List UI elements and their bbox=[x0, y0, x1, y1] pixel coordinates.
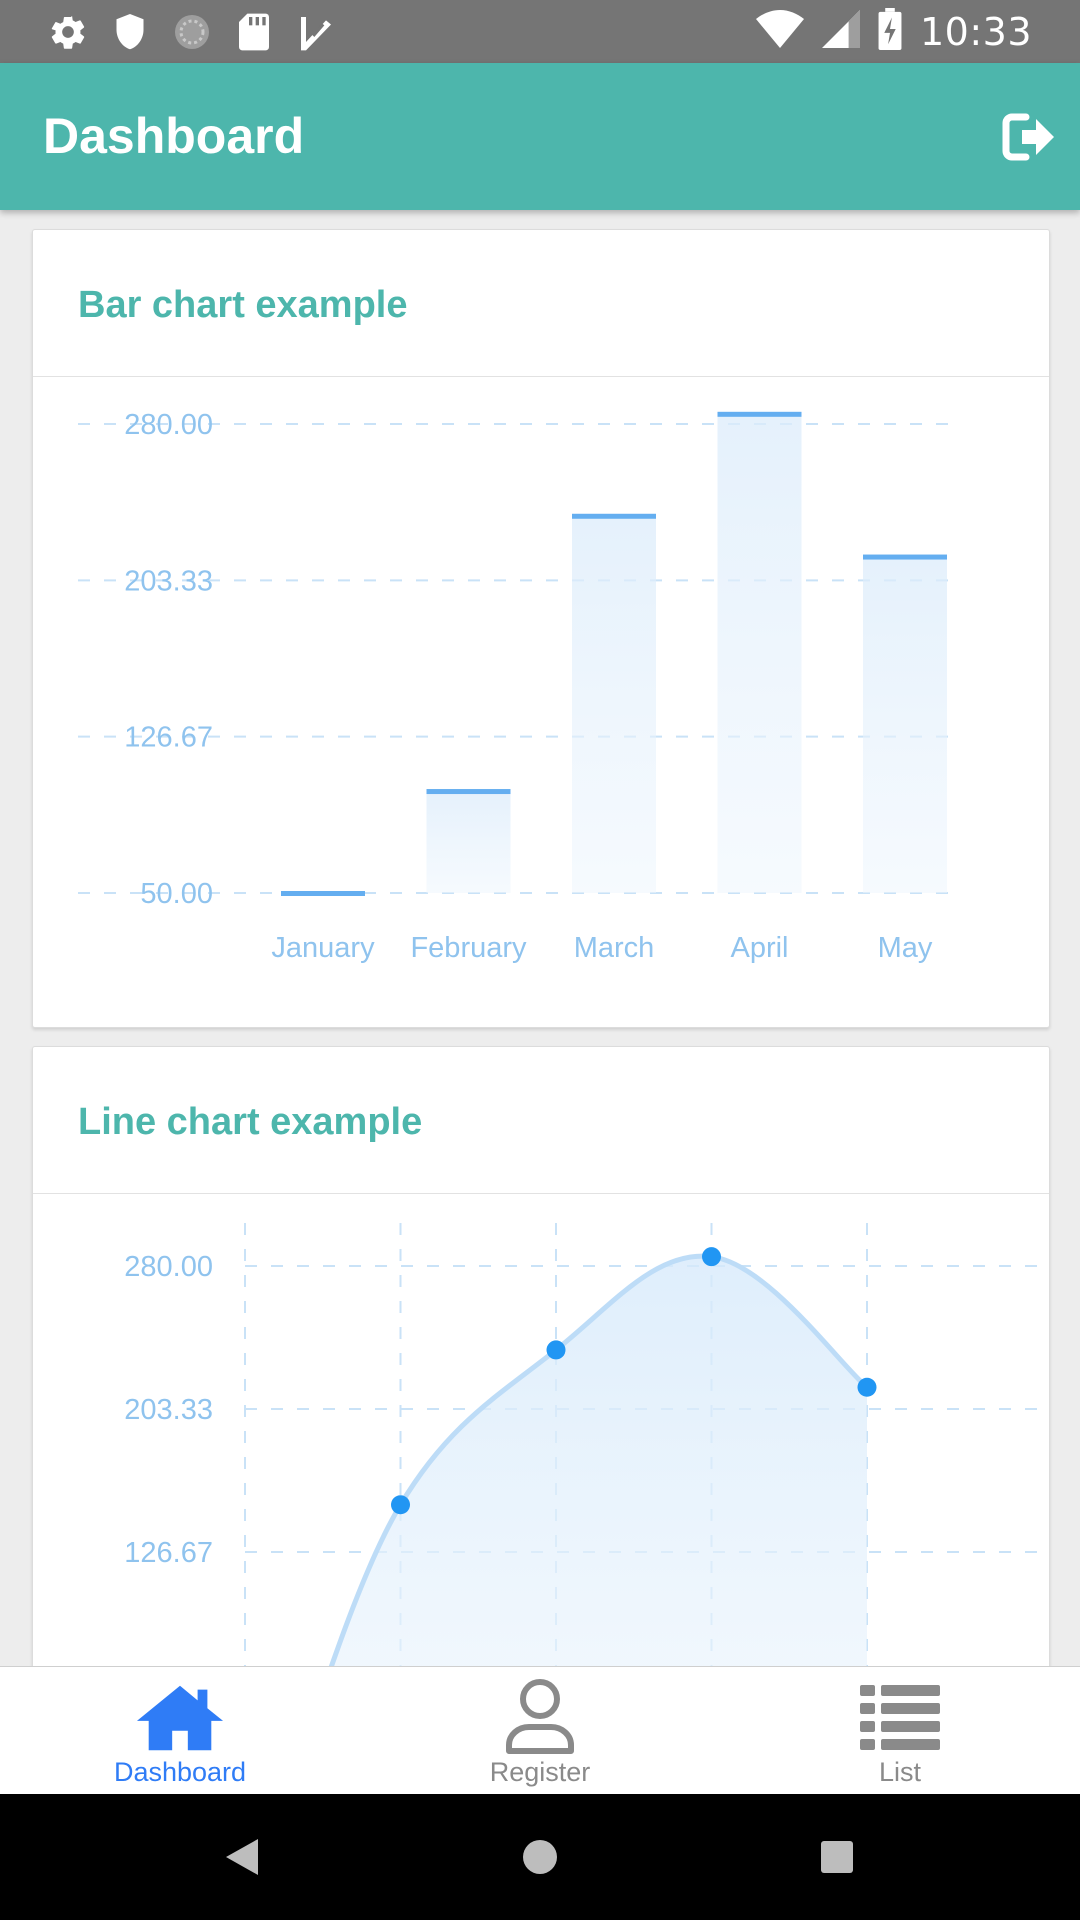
screen: 10:33 Dashboard Bar chart example 280.00… bbox=[0, 0, 1080, 1920]
bar-chart-bar-april[interactable] bbox=[717, 413, 802, 893]
back-icon[interactable] bbox=[207, 1824, 277, 1890]
status-time: 10:33 bbox=[919, 9, 1032, 54]
status-icons-right: 10:33 bbox=[755, 8, 1032, 55]
list-icon bbox=[855, 1677, 945, 1757]
nav-label-dashboard: Dashboard bbox=[113, 1757, 247, 1787]
shield-icon bbox=[110, 12, 150, 52]
bar-chart-bar-may[interactable] bbox=[863, 556, 947, 893]
battery-charging-icon bbox=[878, 8, 902, 55]
bar-chart-x-tick-label: February bbox=[410, 932, 527, 964]
nav-label-register: Register bbox=[489, 1757, 591, 1787]
bar-chart-card-header: Bar chart example bbox=[33, 230, 1049, 377]
bar-chart-x-tick-label: March bbox=[574, 932, 655, 964]
bar-chart-bar-february[interactable] bbox=[426, 791, 511, 893]
line-chart-y-tick-label: 203.33 bbox=[124, 1394, 213, 1426]
bar-chart-x-tick-label: January bbox=[271, 932, 375, 964]
dashboard-content[interactable]: Bar chart example 280.00 203.33 126.67 50.0… bbox=[0, 210, 1080, 1666]
wifi-icon bbox=[755, 10, 804, 53]
bar-chart-y-tick-label: 203.33 bbox=[124, 565, 213, 597]
home-icon bbox=[135, 1677, 225, 1757]
recents-icon[interactable] bbox=[802, 1824, 872, 1890]
task-check-icon bbox=[296, 12, 336, 52]
line-chart-title: Line chart example bbox=[78, 1101, 423, 1143]
bar-chart-bar-cap bbox=[717, 411, 802, 417]
nav-item-register[interactable]: Register bbox=[360, 1667, 720, 1795]
bar-chart-title: Bar chart example bbox=[78, 284, 408, 326]
line-chart-point[interactable] bbox=[857, 1377, 877, 1397]
nav-label-list: List bbox=[878, 1757, 922, 1787]
status-icons-left bbox=[48, 10, 336, 53]
bar-chart-x-tick-label: April bbox=[730, 932, 788, 964]
status-bar: 10:33 bbox=[0, 0, 1080, 63]
bar-chart-y-tick-label: 280.00 bbox=[124, 409, 213, 441]
line-chart-point[interactable] bbox=[391, 1495, 410, 1515]
bar-chart-bar-cap bbox=[863, 554, 947, 560]
bar-chart-y-tick-label: 126.67 bbox=[124, 722, 213, 754]
bottom-navigation: Dashboard Register List bbox=[0, 1666, 1080, 1794]
line-chart-area bbox=[331, 1256, 867, 1666]
person-icon bbox=[495, 1677, 585, 1757]
page-title: Dashboard bbox=[43, 108, 305, 164]
home-circle-icon[interactable] bbox=[505, 1824, 575, 1890]
signal-icon bbox=[821, 10, 860, 53]
logout-icon[interactable] bbox=[1002, 111, 1056, 163]
bar-chart-y-tick-label: 50.00 bbox=[140, 878, 213, 910]
nav-item-list[interactable]: List bbox=[720, 1667, 1080, 1795]
line-chart-point[interactable] bbox=[702, 1247, 721, 1267]
line-chart-card: Line chart example 280.00 203.33 126.67 bbox=[32, 1046, 1050, 1666]
bar-chart-x-tick-label: May bbox=[878, 932, 933, 964]
sync-icon bbox=[172, 12, 212, 52]
bar-chart-bar-cap bbox=[572, 513, 656, 519]
sd-card-icon bbox=[234, 12, 274, 52]
app-bar: Dashboard bbox=[0, 63, 1080, 210]
bar-chart-bar-cap bbox=[426, 789, 511, 795]
bar-chart-bar-march[interactable] bbox=[572, 515, 656, 893]
line-chart-y-tick-label: 126.67 bbox=[124, 1537, 213, 1569]
line-chart: 280.00 203.33 126.67 bbox=[124, 1223, 1038, 1666]
bar-chart-bar-cap bbox=[281, 891, 365, 896]
line-chart-point[interactable] bbox=[546, 1340, 566, 1360]
system-navigation-bar bbox=[0, 1794, 1080, 1920]
line-chart-y-tick-label: 280.00 bbox=[124, 1251, 213, 1283]
nav-item-dashboard[interactable]: Dashboard bbox=[0, 1667, 360, 1795]
bar-chart-card: Bar chart example 280.00 203.33 126.67 50.0… bbox=[32, 229, 1050, 1028]
bar-chart: 280.00 203.33 126.67 50.00 January February Ma… bbox=[78, 409, 961, 964]
line-chart-card-header: Line chart example bbox=[33, 1047, 1049, 1194]
gear-icon bbox=[48, 12, 88, 52]
